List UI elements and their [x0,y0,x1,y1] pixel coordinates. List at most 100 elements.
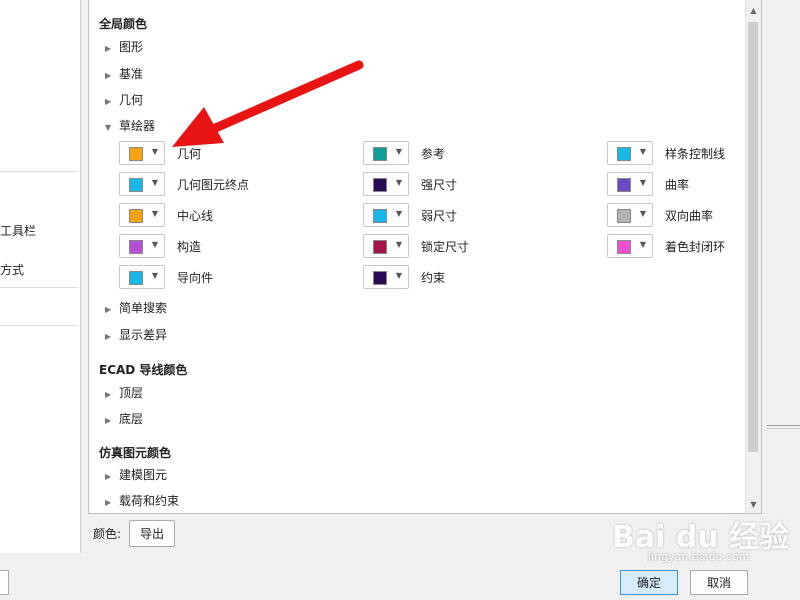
tree-item-top-layer[interactable]: ▶ 顶层 [105,384,143,401]
color-swatch [617,209,631,223]
color-swatch [373,271,387,285]
swatch-label: 约束 [421,270,446,285]
tree-item-geometry[interactable]: ▶ 几何 [105,91,143,108]
vertical-scrollbar[interactable]: ▲ ▼ [745,0,761,513]
color-picker-button[interactable]: ▼ [363,265,409,289]
color-swatch [373,178,387,192]
collapse-icon[interactable]: ▼ [105,123,119,132]
swatch-spline-control[interactable]: ▼ 样条控制线 [607,141,725,165]
divider [0,171,78,172]
chevron-down-icon: ▼ [151,147,158,156]
expand-icon[interactable]: ▶ [105,472,119,481]
swatch-label: 参考 [421,146,446,161]
expand-icon[interactable]: ▶ [105,498,119,507]
section-title-global: 全局颜色 [99,17,148,31]
color-swatch [129,147,143,161]
chevron-down-icon: ▼ [151,209,158,218]
color-swatch [129,271,143,285]
divider [0,325,78,326]
color-picker-button[interactable]: ▼ [119,234,165,258]
scroll-down-icon[interactable]: ▼ [746,497,761,512]
tree-item-bottom-layer[interactable]: ▶ 底层 [105,410,143,427]
swatch-geometry-endpoint[interactable]: ▼ 几何图元终点 [119,172,249,196]
swatch-centerline[interactable]: ▼ 中心线 [119,203,213,227]
swatch-label: 导向件 [177,270,214,285]
expand-icon[interactable]: ▶ [105,97,119,106]
swatch-construction[interactable]: ▼ 构造 [119,234,201,258]
color-swatch [373,209,387,223]
left-footer-button[interactable] [0,570,9,595]
left-item-mode[interactable]: 方式 [0,261,24,278]
color-picker-button[interactable]: ▼ [119,265,165,289]
swatch-constraint[interactable]: ▼ 约束 [363,265,445,289]
swatch-bidirectional-curvature[interactable]: ▼ 双向曲率 [607,203,713,227]
scrollbar-thumb[interactable] [748,22,758,452]
expand-icon[interactable]: ▶ [105,44,119,53]
chevron-down-icon: ▼ [639,147,646,156]
color-swatch [617,178,631,192]
color-swatch [129,209,143,223]
divider [767,428,800,429]
chevron-down-icon: ▼ [395,147,402,156]
chevron-down-icon: ▼ [639,209,646,218]
chevron-down-icon: ▼ [151,271,158,280]
chevron-down-icon: ▼ [639,240,646,249]
cancel-button[interactable]: 取消 [690,570,748,595]
color-picker-button[interactable]: ▼ [363,172,409,196]
divider [767,425,800,426]
color-export-row: 颜色: 导出 [93,520,176,547]
chevron-down-icon: ▼ [395,240,402,249]
color-settings-panel: 全局颜色 ▶ 图形 ▶ 基准 ▶ 几何 ▼ 草绘器 ▼ 几何 ▼ 参考 ▼ 样条控制线 … [88,0,762,514]
chevron-down-icon: ▼ [639,178,646,187]
color-swatch [373,240,387,254]
tree-item-show-diff[interactable]: ▶ 显示差异 [105,326,167,343]
ok-button[interactable]: 确定 [620,570,678,595]
left-nav-panel: 工具栏 方式 [0,0,81,553]
chevron-down-icon: ▼ [151,240,158,249]
baidu-watermark-url: jingyan.baidu.com [648,550,750,563]
tree-item-datum[interactable]: ▶ 基准 [105,65,143,82]
tree-item-loads-constraints[interactable]: ▶ 载荷和约束 [105,492,179,509]
color-picker-button[interactable]: ▼ [607,141,653,165]
swatch-label: 曲率 [665,177,690,192]
chevron-down-icon: ▼ [395,271,402,280]
tree-item-modeling-entity[interactable]: ▶ 建模图元 [105,466,167,483]
export-button[interactable]: 导出 [129,520,176,547]
color-swatch [129,178,143,192]
expand-icon[interactable]: ▶ [105,305,119,314]
section-title-simulation: 仿真图元颜色 [99,446,172,460]
swatch-label: 构造 [177,239,202,254]
swatch-guide[interactable]: ▼ 导向件 [119,265,213,289]
swatch-strong-dimension[interactable]: ▼ 强尺寸 [363,172,457,196]
tree-item-graphics[interactable]: ▶ 图形 [105,38,143,55]
expand-icon[interactable]: ▶ [105,71,119,80]
color-picker-button[interactable]: ▼ [607,234,653,258]
color-picker-button[interactable]: ▼ [119,203,165,227]
color-picker-button[interactable]: ▼ [607,172,653,196]
color-picker-button[interactable]: ▼ [119,172,165,196]
color-picker-button[interactable]: ▼ [607,203,653,227]
swatch-weak-dimension[interactable]: ▼ 弱尺寸 [363,203,457,227]
color-picker-button[interactable]: ▼ [119,141,165,165]
swatch-label: 着色封闭环 [665,239,726,254]
expand-icon[interactable]: ▶ [105,390,119,399]
expand-icon[interactable]: ▶ [105,416,119,425]
expand-icon[interactable]: ▶ [105,332,119,341]
chevron-down-icon: ▼ [395,209,402,218]
color-swatch [129,240,143,254]
color-picker-button[interactable]: ▼ [363,234,409,258]
section-title-ecad: ECAD 导线颜色 [99,363,188,377]
tree-item-simple-search[interactable]: ▶ 简单搜索 [105,299,167,316]
left-item-toolbar[interactable]: 工具栏 [0,222,36,239]
tree-item-sketcher[interactable]: ▼ 草绘器 [105,117,155,134]
swatch-curvature[interactable]: ▼ 曲率 [607,172,689,196]
swatch-shaded-closed-loop[interactable]: ▼ 着色封闭环 [607,234,725,258]
chevron-down-icon: ▼ [395,178,402,187]
swatch-label: 强尺寸 [421,177,458,192]
swatch-label: 锁定尺寸 [421,239,470,254]
swatch-label: 中心线 [177,208,214,223]
color-label: 颜色: [93,527,122,541]
swatch-locked-dimension[interactable]: ▼ 锁定尺寸 [363,234,469,258]
scroll-up-icon[interactable]: ▲ [746,3,761,18]
color-picker-button[interactable]: ▼ [363,203,409,227]
